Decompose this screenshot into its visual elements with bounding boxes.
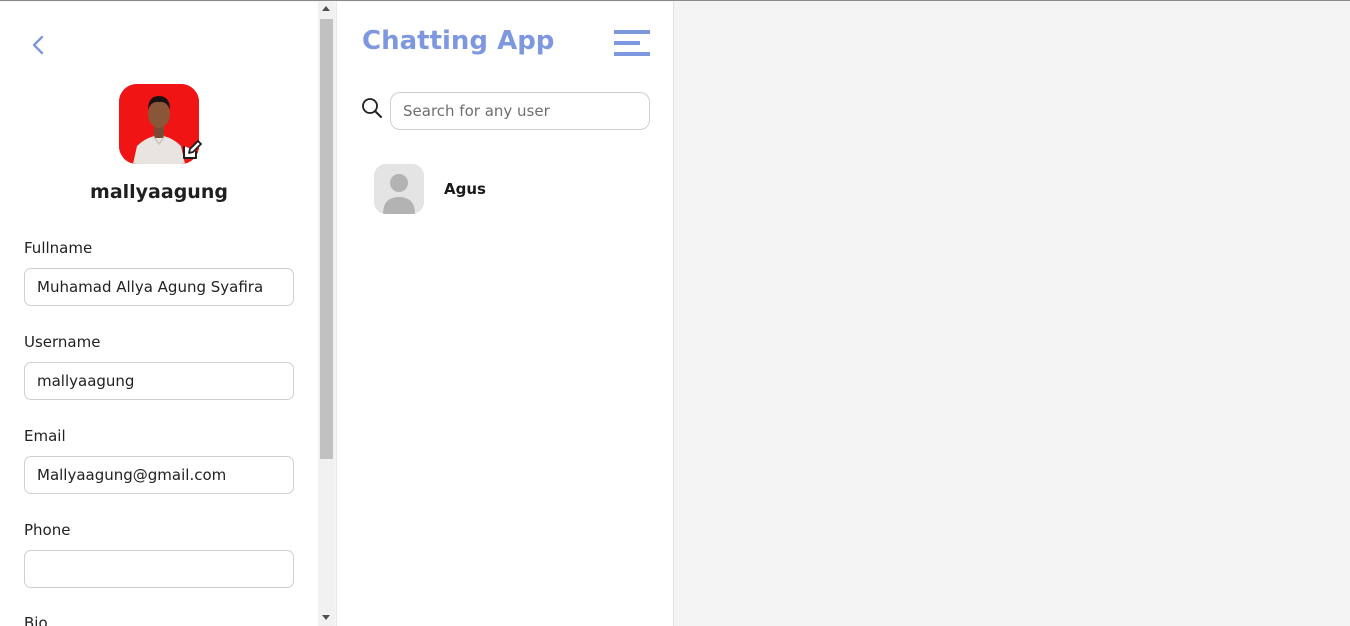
profile-username: mallyaagung — [90, 181, 228, 203]
username-field[interactable] — [24, 362, 294, 400]
username-label: Username — [24, 333, 101, 351]
phone-label: Phone — [24, 521, 71, 539]
edit-icon[interactable] — [180, 138, 204, 162]
contacts-panel: Chatting App Agus — [336, 2, 674, 626]
chat-area — [675, 2, 1350, 626]
back-chevron-icon[interactable] — [29, 34, 49, 56]
scrollbar-thumb[interactable] — [320, 19, 333, 459]
profile-scrollbar[interactable] — [318, 2, 335, 626]
search-input[interactable] — [390, 92, 650, 130]
default-avatar-icon — [374, 164, 424, 214]
fullname-field[interactable] — [24, 268, 294, 306]
menu-icon[interactable] — [614, 30, 650, 56]
fullname-label: Fullname — [24, 239, 93, 257]
phone-field[interactable] — [24, 550, 294, 588]
bio-label: Bio — [24, 614, 48, 626]
profile-panel: mallyaagung Fullname Username Email Phon… — [0, 2, 318, 626]
profile-avatar[interactable] — [119, 84, 202, 164]
scroll-down-arrow-icon[interactable] — [322, 615, 330, 620]
email-label: Email — [24, 427, 66, 445]
search-icon — [362, 98, 382, 118]
email-field[interactable] — [24, 456, 294, 494]
contact-name: Agus — [444, 180, 486, 198]
scroll-up-arrow-icon[interactable] — [322, 6, 330, 11]
app-title: Chatting App — [362, 26, 555, 56]
contact-item-agus[interactable]: Agus — [374, 164, 644, 216]
